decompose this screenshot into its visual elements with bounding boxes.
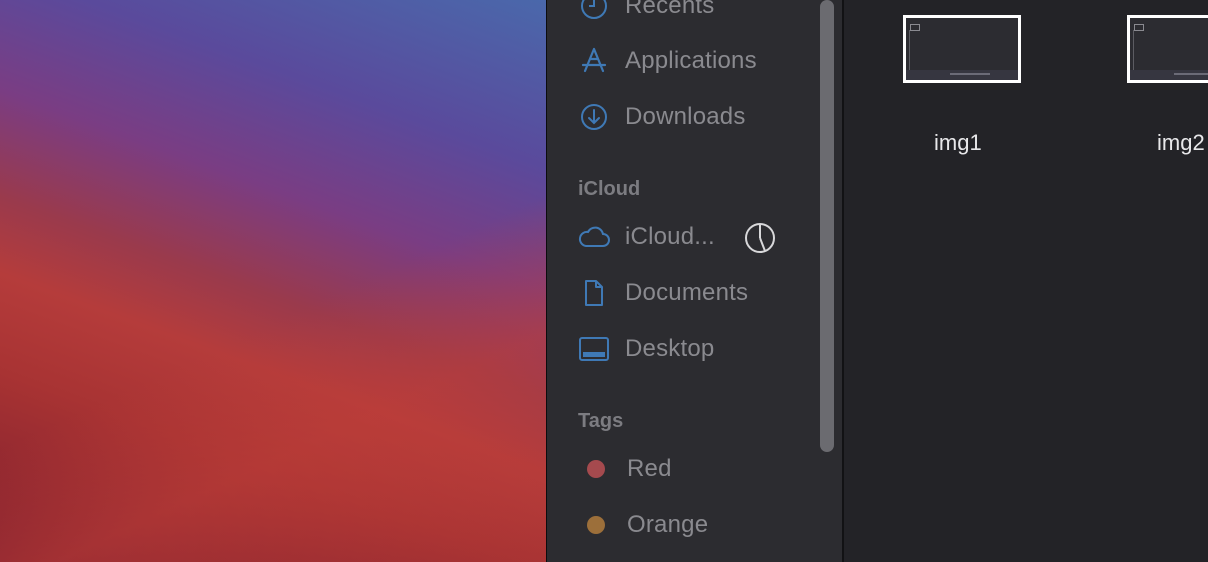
download-icon: [577, 102, 611, 132]
sidebar-item-desktop[interactable]: Desktop: [577, 329, 714, 369]
sidebar-item-recents[interactable]: Recents: [577, 0, 714, 26]
orange-tag-icon: [587, 516, 605, 534]
cloud-icon: [577, 222, 611, 252]
sidebar-scrollbar[interactable]: [820, 0, 834, 452]
section-header-icloud: iCloud: [578, 178, 641, 200]
icloud-sync-progress-icon[interactable]: [743, 221, 777, 255]
desktop-icon: [577, 334, 611, 364]
sidebar-tag-orange[interactable]: Orange: [577, 505, 708, 545]
sidebar-item-icloud-drive[interactable]: iCloud...: [577, 217, 715, 257]
sidebar-item-label: Recents: [625, 0, 715, 19]
document-icon: [577, 278, 611, 308]
applications-icon: [577, 46, 611, 76]
file-thumbnail-img2[interactable]: [1127, 15, 1208, 83]
sidebar-item-applications[interactable]: Applications: [577, 41, 757, 81]
file-name-img2[interactable]: img2: [1157, 130, 1205, 156]
sidebar-item-documents[interactable]: Documents: [577, 273, 748, 313]
sidebar-item-label: Applications: [625, 47, 757, 74]
sidebar-item-label: Downloads: [625, 103, 746, 130]
sidebar-item-label: Desktop: [625, 335, 715, 362]
red-tag-icon: [587, 460, 605, 478]
file-thumbnail-img1[interactable]: [903, 15, 1021, 83]
clock-icon: [577, 0, 611, 21]
sidebar-item-label: Orange: [627, 511, 709, 538]
finder-sidebar: Recents Applications Downloads iCloud iC…: [547, 0, 842, 562]
file-name-img1[interactable]: img1: [934, 130, 982, 156]
section-header-tags: Tags: [578, 410, 624, 432]
sidebar-item-downloads[interactable]: Downloads: [577, 97, 746, 137]
sidebar-item-label: Documents: [625, 279, 749, 306]
sidebar-item-label: iCloud...: [625, 223, 715, 250]
sidebar-tag-red[interactable]: Red: [577, 449, 672, 489]
desktop-wallpaper: [0, 0, 546, 562]
file-browser-content: img1 img2: [844, 0, 1208, 562]
sidebar-item-label: Red: [627, 455, 672, 482]
